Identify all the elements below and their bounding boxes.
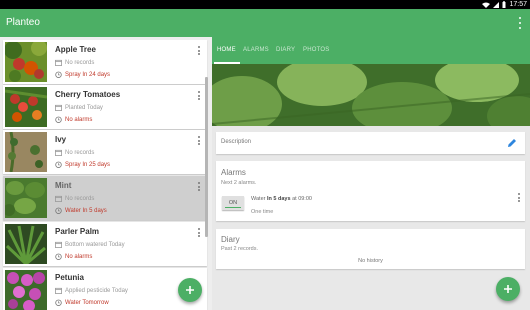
plant-last-record: No records bbox=[65, 59, 95, 66]
calendar-icon bbox=[55, 195, 62, 202]
overflow-menu-icon[interactable] bbox=[518, 17, 522, 29]
alarms-title: Alarms bbox=[221, 168, 246, 177]
plant-photo-petunia bbox=[5, 270, 47, 310]
card-overflow-menu-icon[interactable] bbox=[197, 46, 201, 55]
description-label: Description bbox=[221, 139, 252, 145]
plant-list[interactable]: Apple Tree No records Spray In 24 days C… bbox=[0, 37, 212, 310]
alarm-clock-icon bbox=[55, 207, 62, 214]
calendar-icon bbox=[55, 104, 62, 111]
add-icon bbox=[504, 285, 512, 293]
alarm-toggle[interactable]: ON bbox=[222, 196, 244, 210]
plant-card-ivy[interactable]: Ivy No records Spray In 25 days bbox=[3, 130, 207, 174]
alarm-clock-icon bbox=[55, 161, 62, 168]
plant-last-record: Planted Today bbox=[65, 104, 103, 111]
diary-title: Diary bbox=[221, 235, 240, 244]
alarm-clock-icon bbox=[55, 116, 62, 123]
tab-bar: HOME ALARMS DIARY PHOTOS bbox=[212, 37, 530, 64]
alarm-clock-icon bbox=[55, 299, 62, 306]
plant-photo-cherry-tomatoes bbox=[5, 87, 47, 127]
add-plant-button[interactable] bbox=[178, 278, 202, 302]
pencil-icon[interactable] bbox=[507, 138, 517, 148]
plant-name: Mint bbox=[55, 181, 72, 190]
alarms-subtitle: Next 2 alarms. bbox=[221, 180, 257, 186]
tab-home[interactable]: HOME bbox=[217, 47, 236, 53]
tab-photos[interactable]: PHOTOS bbox=[303, 47, 329, 53]
alarm-description: Water In 5 days at 09:00 bbox=[251, 196, 312, 202]
add-icon bbox=[186, 286, 194, 294]
plant-last-record: No records bbox=[65, 149, 95, 156]
alarm-clock-icon bbox=[55, 253, 62, 260]
card-overflow-menu-icon[interactable] bbox=[197, 182, 201, 191]
plant-photo-apple-tree bbox=[5, 42, 47, 82]
plant-next-alarm: No alarms bbox=[65, 116, 93, 123]
plant-detail: HOME ALARMS DIARY PHOTOS Description Ala… bbox=[212, 37, 530, 310]
calendar-icon bbox=[55, 287, 62, 294]
card-overflow-menu-icon[interactable] bbox=[197, 228, 201, 237]
plant-card-mint[interactable]: Mint No records Water In 5 days bbox=[3, 176, 207, 220]
add-entry-button[interactable] bbox=[496, 277, 520, 301]
plant-card-petunia[interactable]: Petunia Applied pesticide Today Water To… bbox=[3, 268, 207, 310]
alarm-overflow-menu-icon[interactable] bbox=[517, 193, 521, 202]
card-overflow-menu-icon[interactable] bbox=[197, 136, 201, 145]
plant-next-alarm: Water In 5 days bbox=[65, 207, 107, 214]
alarms-card: Alarms Next 2 alarms. ON Water In 5 days… bbox=[216, 161, 525, 221]
card-overflow-menu-icon[interactable] bbox=[197, 91, 201, 100]
tab-alarms[interactable]: ALARMS bbox=[243, 47, 269, 53]
app-title: Planteo bbox=[6, 17, 40, 28]
tab-diary[interactable]: DIARY bbox=[276, 47, 295, 53]
battery-icon bbox=[502, 1, 506, 8]
plant-last-record: Bottom watered Today bbox=[65, 241, 125, 248]
plant-name: Cherry Tomatoes bbox=[55, 90, 121, 99]
plant-name: Ivy bbox=[55, 135, 67, 144]
calendar-icon bbox=[55, 149, 62, 156]
plant-photo-mint bbox=[5, 178, 47, 218]
plant-photo-parler-palm bbox=[5, 224, 47, 264]
plant-name: Apple Tree bbox=[55, 45, 96, 54]
plant-next-alarm: Spray In 24 days bbox=[65, 71, 111, 78]
description-card[interactable]: Description bbox=[216, 132, 525, 154]
diary-subtitle: Past 2 records. bbox=[221, 246, 258, 252]
plant-next-alarm: Spray In 25 days bbox=[65, 161, 111, 168]
wifi-icon bbox=[482, 2, 491, 8]
plant-next-alarm: No alarms bbox=[65, 253, 93, 260]
plant-card-cherry-tomatoes[interactable]: Cherry Tomatoes Planted Today No alarms bbox=[3, 85, 207, 129]
signal-icon bbox=[493, 1, 500, 8]
alarm-clock-icon bbox=[55, 71, 62, 78]
plant-hero-photo bbox=[212, 64, 530, 126]
diary-empty-text: No history bbox=[358, 258, 383, 264]
alarm-repeat: One time bbox=[251, 209, 274, 215]
app-bar: Planteo bbox=[0, 9, 530, 37]
list-scrollbar[interactable] bbox=[205, 77, 208, 237]
plant-card-parler-palm[interactable]: Parler Palm Bottom watered Today No alar… bbox=[3, 222, 207, 266]
status-bar: 17:57 bbox=[0, 0, 530, 9]
plant-last-record: Applied pesticide Today bbox=[65, 287, 128, 294]
calendar-icon bbox=[55, 59, 62, 66]
plant-name: Petunia bbox=[55, 273, 84, 282]
plant-name: Parler Palm bbox=[55, 227, 100, 236]
status-time: 17:57 bbox=[509, 1, 527, 8]
plant-last-record: No records bbox=[65, 195, 95, 202]
plant-photo-ivy bbox=[5, 132, 47, 172]
calendar-icon bbox=[55, 241, 62, 248]
plant-next-alarm: Water Tomorrow bbox=[65, 299, 109, 306]
diary-card: Diary Past 2 records. No history bbox=[216, 229, 525, 269]
plant-card-apple-tree[interactable]: Apple Tree No records Spray In 24 days bbox=[3, 40, 207, 84]
